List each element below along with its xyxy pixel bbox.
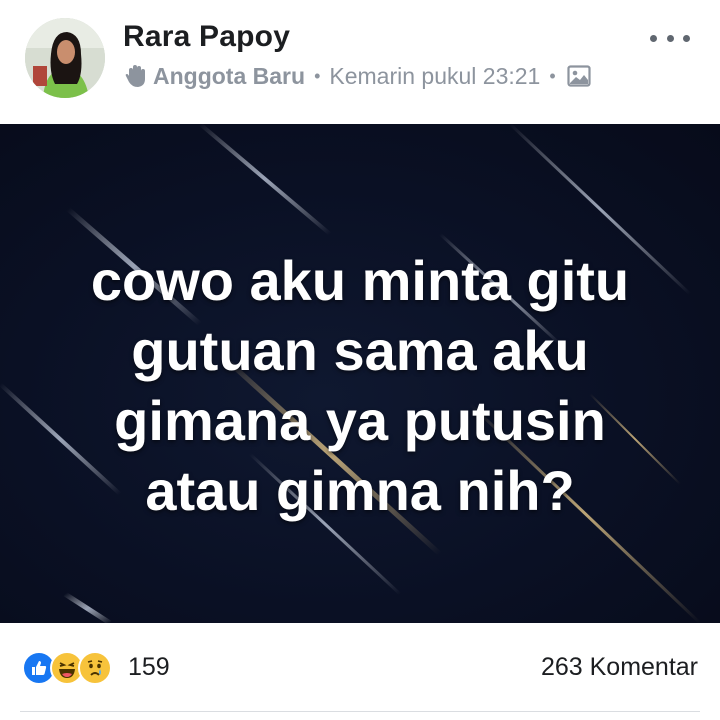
more-options-button[interactable] [650,28,690,48]
post-image[interactable]: cowo aku minta gitu gutuan sama aku gima… [0,124,720,623]
image-caption: cowo aku minta gitu gutuan sama aku gima… [0,246,720,526]
post-meta: Anggota Baru • Kemarin pukul 23:21 • [123,60,591,92]
more-horizontal-icon [650,34,657,42]
post-header: Rara Papoy Anggota Baru • Kemarin pukul … [0,0,720,124]
member-badge: Anggota Baru [153,62,306,89]
caption-line: gimana ya putusin [114,389,606,452]
avatar-photo [25,18,105,98]
author-name[interactable]: Rara Papoy [123,20,290,54]
caption-line: cowo aku minta gitu [90,249,630,312]
photo-icon [567,65,591,87]
author-avatar[interactable] [25,18,105,98]
meta-separator: • [549,65,556,86]
meta-separator: • [314,65,321,86]
reactions-bar: 159 263 Komentar [0,623,720,713]
reaction-count[interactable]: 159 [128,653,170,682]
divider [20,711,700,712]
comment-count-link[interactable]: 263 Komentar [541,653,698,682]
sad-icon [78,651,112,685]
caption-line: gutuan sama aku [131,319,589,382]
caption-line: atau gimna nih? [145,459,575,522]
wave-hand-icon [123,63,149,89]
reaction-icons[interactable] [22,650,112,686]
post-timestamp[interactable]: Kemarin pukul 23:21 [329,63,540,90]
